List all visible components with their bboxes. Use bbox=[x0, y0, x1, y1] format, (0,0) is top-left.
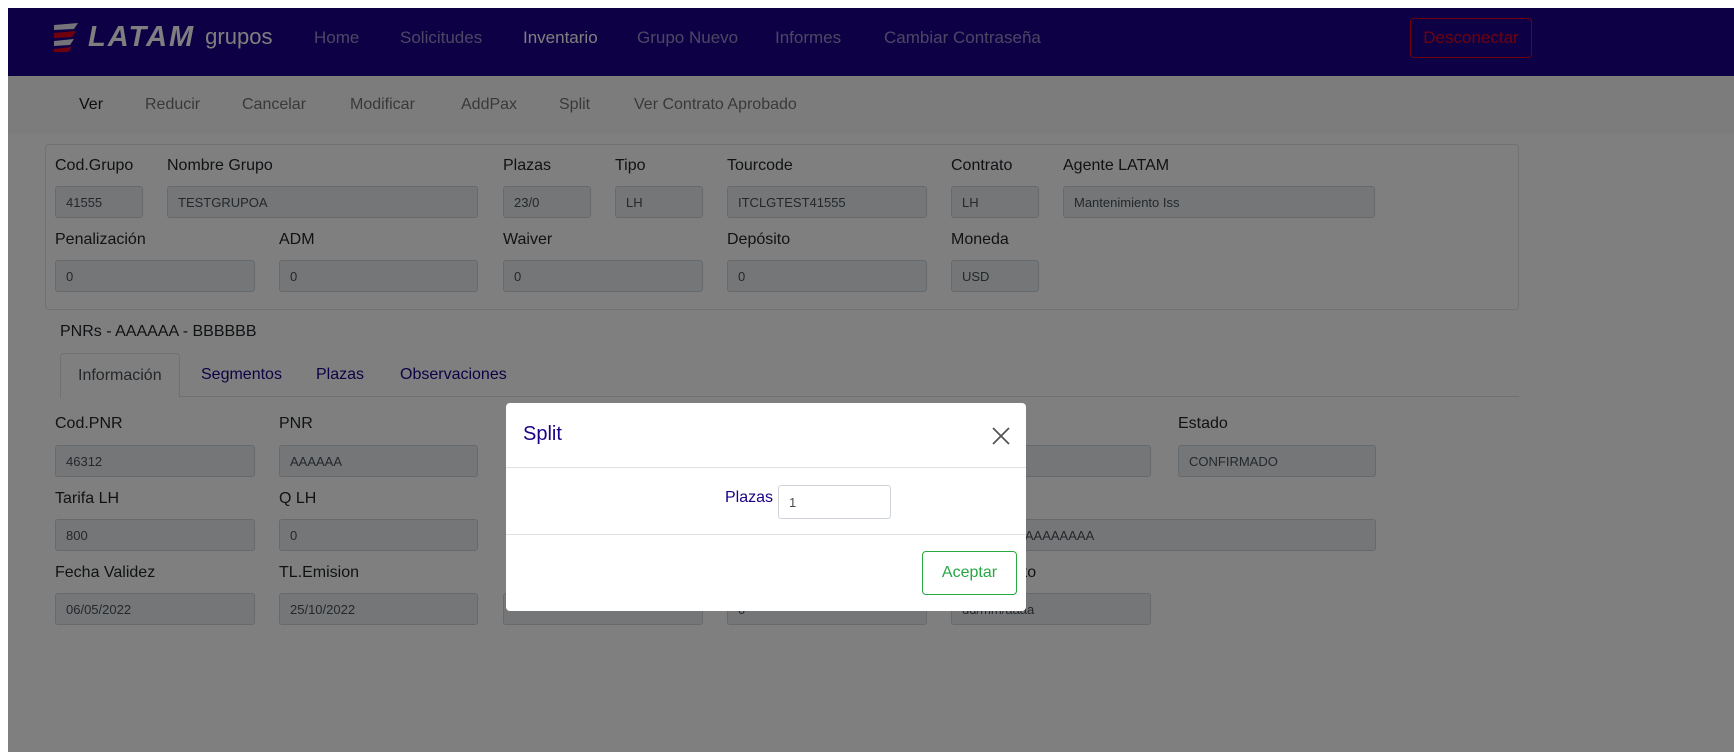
accept-button[interactable]: Aceptar bbox=[922, 551, 1017, 595]
modal-plazas-input[interactable] bbox=[778, 485, 891, 519]
modal-body: Plazas bbox=[506, 468, 1026, 535]
split-modal: Split Plazas Aceptar bbox=[506, 403, 1026, 611]
close-icon[interactable] bbox=[986, 421, 1016, 451]
modal-backdrop[interactable] bbox=[8, 8, 1734, 752]
modal-plazas-label: Plazas bbox=[725, 489, 774, 506]
modal-title: Split bbox=[523, 423, 562, 445]
modal-header: Split bbox=[506, 403, 1026, 468]
app-frame: LATAM grupos Home Solicitudes Inventario… bbox=[8, 8, 1734, 752]
